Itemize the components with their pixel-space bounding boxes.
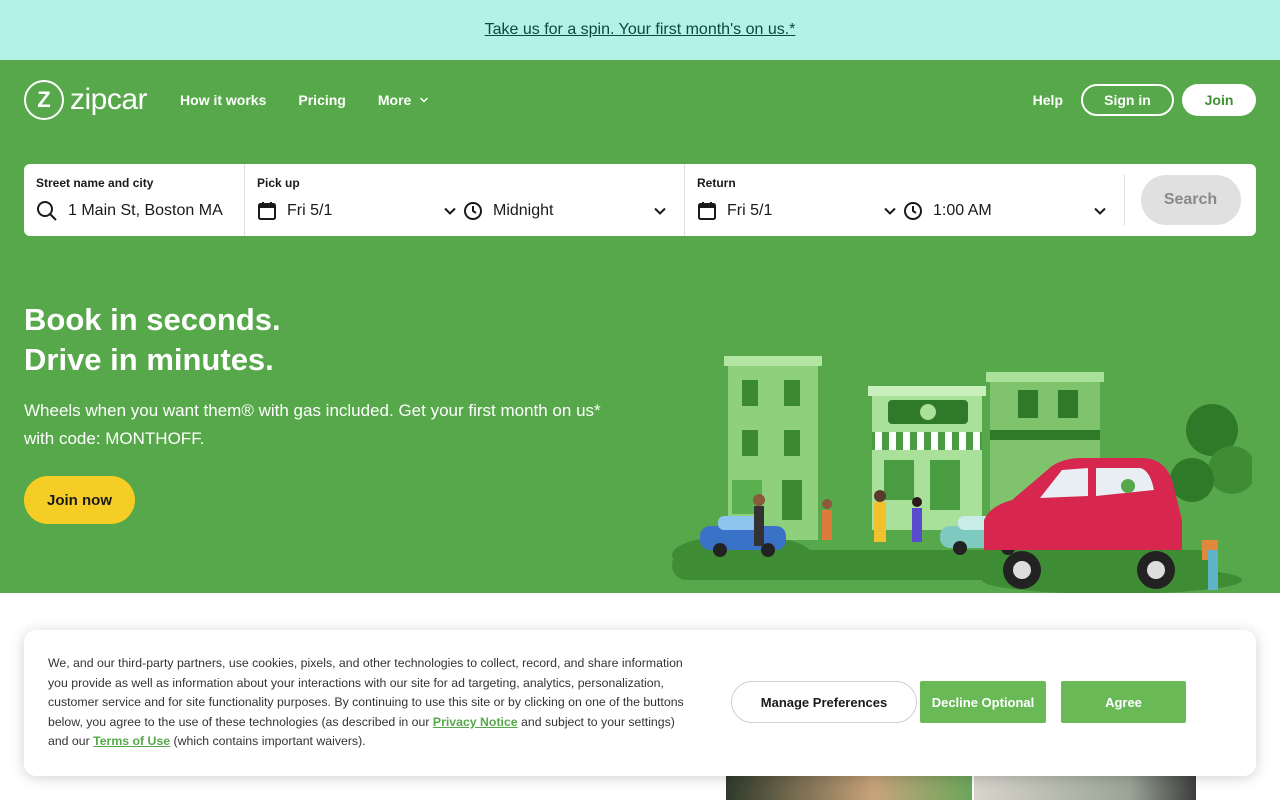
clock-icon — [904, 202, 922, 220]
return-date: Fri 5/1 — [727, 202, 773, 219]
decline-optional-button[interactable]: Decline Optional — [920, 681, 1046, 723]
street-input[interactable]: 1 Main St, Boston MA — [68, 202, 223, 220]
privacy-notice-link[interactable]: Privacy Notice — [433, 715, 518, 729]
return-time: 1:00 AM — [933, 202, 992, 219]
help-link[interactable]: Help — [1033, 92, 1063, 108]
nav-links: How it works Pricing More — [180, 92, 429, 108]
chevron-down-icon — [884, 207, 896, 215]
nav-more-label: More — [377, 92, 412, 108]
join-now-button[interactable]: Join now — [24, 476, 135, 524]
nav-how-it-works[interactable]: How it works — [180, 92, 266, 108]
promo-bar: Take us for a spin. Your first month's o… — [0, 0, 1280, 60]
cookie-text-c: (which contains important waivers). — [170, 734, 366, 749]
return-time-select[interactable]: 1:00 AM — [903, 201, 1107, 221]
return-label: Return — [697, 176, 736, 190]
hero-section: Z zipcar How it works Pricing More Help … — [0, 60, 1280, 594]
hero-illustration — [672, 356, 1252, 594]
chevron-down-icon — [444, 207, 456, 215]
pickup-time-select[interactable]: Midnight — [463, 201, 667, 221]
return-date-select[interactable]: Fri 5/1 — [697, 201, 897, 221]
street-field[interactable]: Street name and city 1 Main St, Boston M… — [24, 164, 244, 236]
top-nav: Z zipcar How it works Pricing More Help … — [24, 80, 1256, 120]
search-button-wrap: Search — [1124, 174, 1256, 226]
nav-pricing[interactable]: Pricing — [298, 92, 345, 108]
zipcar-logo[interactable]: Z zipcar — [24, 80, 148, 120]
hero-headline: Book in seconds. Drive in minutes. — [24, 300, 281, 380]
search-bar: Street name and city 1 Main St, Boston M… — [24, 164, 1256, 236]
pickup-time: Midnight — [493, 202, 554, 219]
nav-more[interactable]: More — [378, 92, 429, 108]
agree-button[interactable]: Agree — [1061, 681, 1186, 723]
logo-mark: Z — [24, 80, 64, 120]
manage-preferences-button[interactable]: Manage Preferences — [731, 681, 917, 723]
cookie-text: We, and our third-party partners, use co… — [48, 654, 688, 752]
chevron-down-icon — [420, 97, 429, 103]
sign-in-button[interactable]: Sign in — [1081, 84, 1174, 116]
pickup-date: Fri 5/1 — [287, 202, 333, 219]
search-icon — [37, 201, 57, 221]
hero-subcopy: Wheels when you want them® with gas incl… — [24, 401, 601, 448]
join-button[interactable]: Join — [1182, 84, 1256, 116]
chevron-down-icon — [1094, 207, 1106, 215]
terms-of-use-link[interactable]: Terms of Use — [93, 734, 170, 748]
pickup-field: Pick up Fri 5/1 Midnight — [244, 164, 684, 236]
return-field: Return Fri 5/1 1:00 AM — [684, 164, 1124, 236]
pickup-date-select[interactable]: Fri 5/1 — [257, 201, 457, 221]
chevron-down-icon — [654, 207, 666, 215]
headline-line-2: Drive in minutes. — [24, 342, 274, 377]
clock-icon — [464, 202, 482, 220]
nav-right: Help Sign in Join — [1033, 84, 1256, 116]
pickup-label: Pick up — [257, 176, 300, 190]
headline-line-1: Book in seconds. — [24, 302, 281, 337]
street-label: Street name and city — [36, 176, 154, 190]
cookie-banner: We, and our third-party partners, use co… — [24, 630, 1256, 776]
calendar-icon — [698, 202, 716, 220]
calendar-icon — [258, 202, 276, 220]
logo-text: zipcar — [70, 83, 148, 116]
search-button[interactable]: Search — [1140, 175, 1241, 225]
promo-link[interactable]: Take us for a spin. Your first month's o… — [485, 21, 796, 39]
